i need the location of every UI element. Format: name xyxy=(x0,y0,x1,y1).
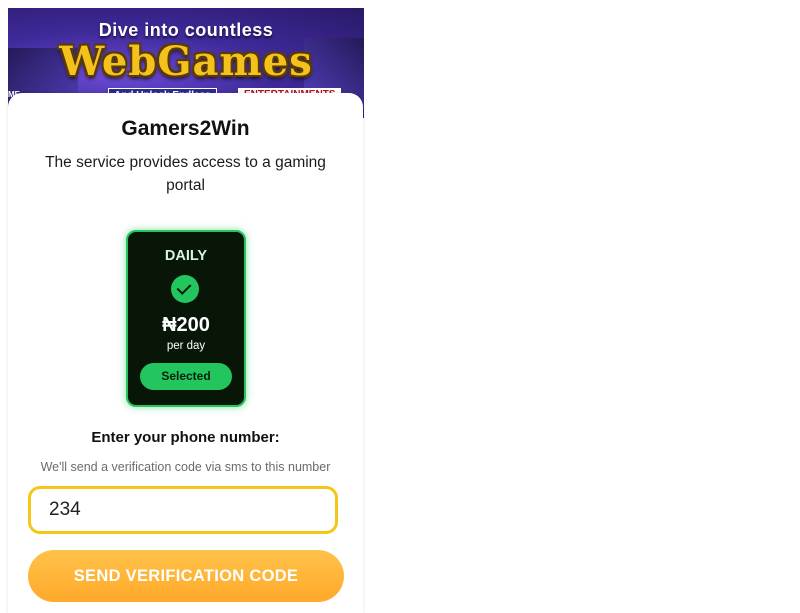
check-circle-icon xyxy=(171,275,199,303)
plan-period: per day xyxy=(166,340,206,352)
phone-number-input[interactable] xyxy=(28,486,338,534)
plan-price: ₦200 xyxy=(162,314,210,336)
subscription-card: Gamers2Win The service provides access t… xyxy=(8,93,363,613)
phone-number-label: Enter your phone number: xyxy=(91,429,280,446)
banner-logo-text: WebGames xyxy=(59,38,313,85)
plan-name: DAILY xyxy=(164,248,208,264)
plan-option-daily[interactable]: DAILY ₦200 per day Selected xyxy=(126,230,246,407)
service-description: The service provides access to a gaming … xyxy=(45,154,326,194)
phone-number-hint: We'll send a verification code via sms t… xyxy=(40,460,331,474)
send-verification-code-button[interactable]: SEND VERIFICATION CODE xyxy=(28,550,344,602)
plan-selected-badge: Selected xyxy=(140,363,232,390)
service-title: Gamers2Win xyxy=(121,117,250,140)
